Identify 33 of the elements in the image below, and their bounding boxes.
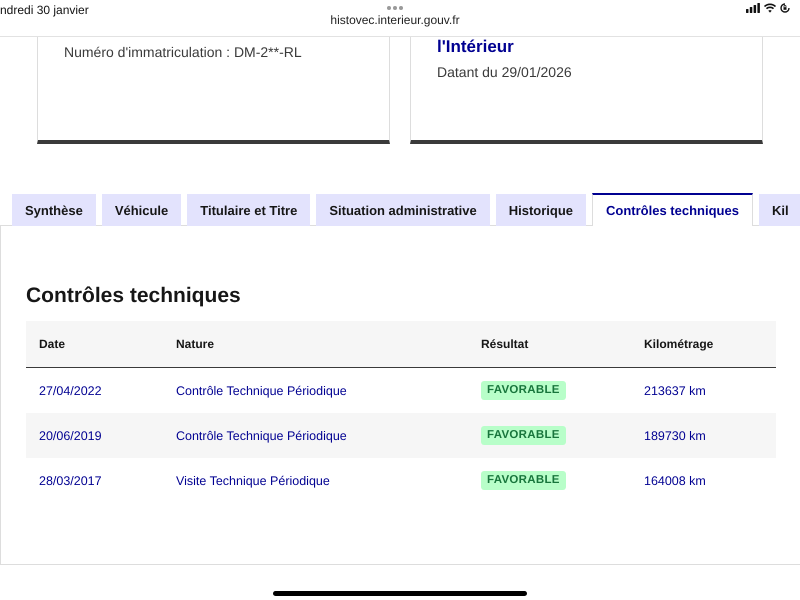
mileage-cell: 213637 km — [644, 384, 706, 398]
tab[interactable]: Synthèse — [12, 194, 96, 226]
tab[interactable]: Kil — [758, 194, 800, 226]
card-title: l'Intérieur — [437, 37, 514, 57]
date-cell: 27/04/2022 — [39, 384, 102, 398]
signal-icon — [746, 3, 760, 13]
result-badge: FAVORABLE — [481, 381, 566, 400]
nature-cell: Visite Technique Périodique — [176, 474, 330, 488]
tab[interactable]: Titulaire et Titre — [187, 194, 310, 226]
mileage-cell: 189730 km — [644, 428, 706, 442]
column-header: Date — [38, 337, 66, 351]
tab[interactable]: Historique — [496, 194, 586, 226]
nature-cell: Contrôle Technique Périodique — [176, 384, 347, 398]
column-header: Kilométrage — [643, 337, 714, 351]
result-badge: FAVORABLE — [481, 426, 566, 445]
column-header: Nature — [175, 337, 214, 351]
status-date: ndredi 30 janvier — [0, 3, 89, 17]
column-header: Résultat — [480, 337, 528, 351]
tab[interactable]: Véhicule — [102, 194, 182, 226]
tab[interactable]: Situation administrative — [316, 194, 490, 226]
wifi-icon — [764, 3, 776, 13]
card-text: Numéro d'immatriculation : DM-2**-RL — [64, 43, 302, 61]
url-text[interactable]: histovec.interieur.gouv.fr — [330, 13, 460, 27]
mileage-cell: 164008 km — [644, 474, 706, 488]
nature-cell: Contrôle Technique Périodique — [176, 428, 347, 442]
date-cell: 28/03/2017 — [39, 474, 102, 488]
dots-icon[interactable] — [387, 6, 403, 10]
section-title: Contrôles techniques — [26, 283, 242, 309]
tab[interactable]: Contrôles techniques — [592, 193, 753, 226]
card-text: Datant du 29/01/2026 — [437, 63, 572, 81]
orientation-lock-icon — [780, 3, 790, 13]
date-cell: 20/06/2019 — [39, 428, 102, 442]
result-badge: FAVORABLE — [481, 471, 566, 490]
